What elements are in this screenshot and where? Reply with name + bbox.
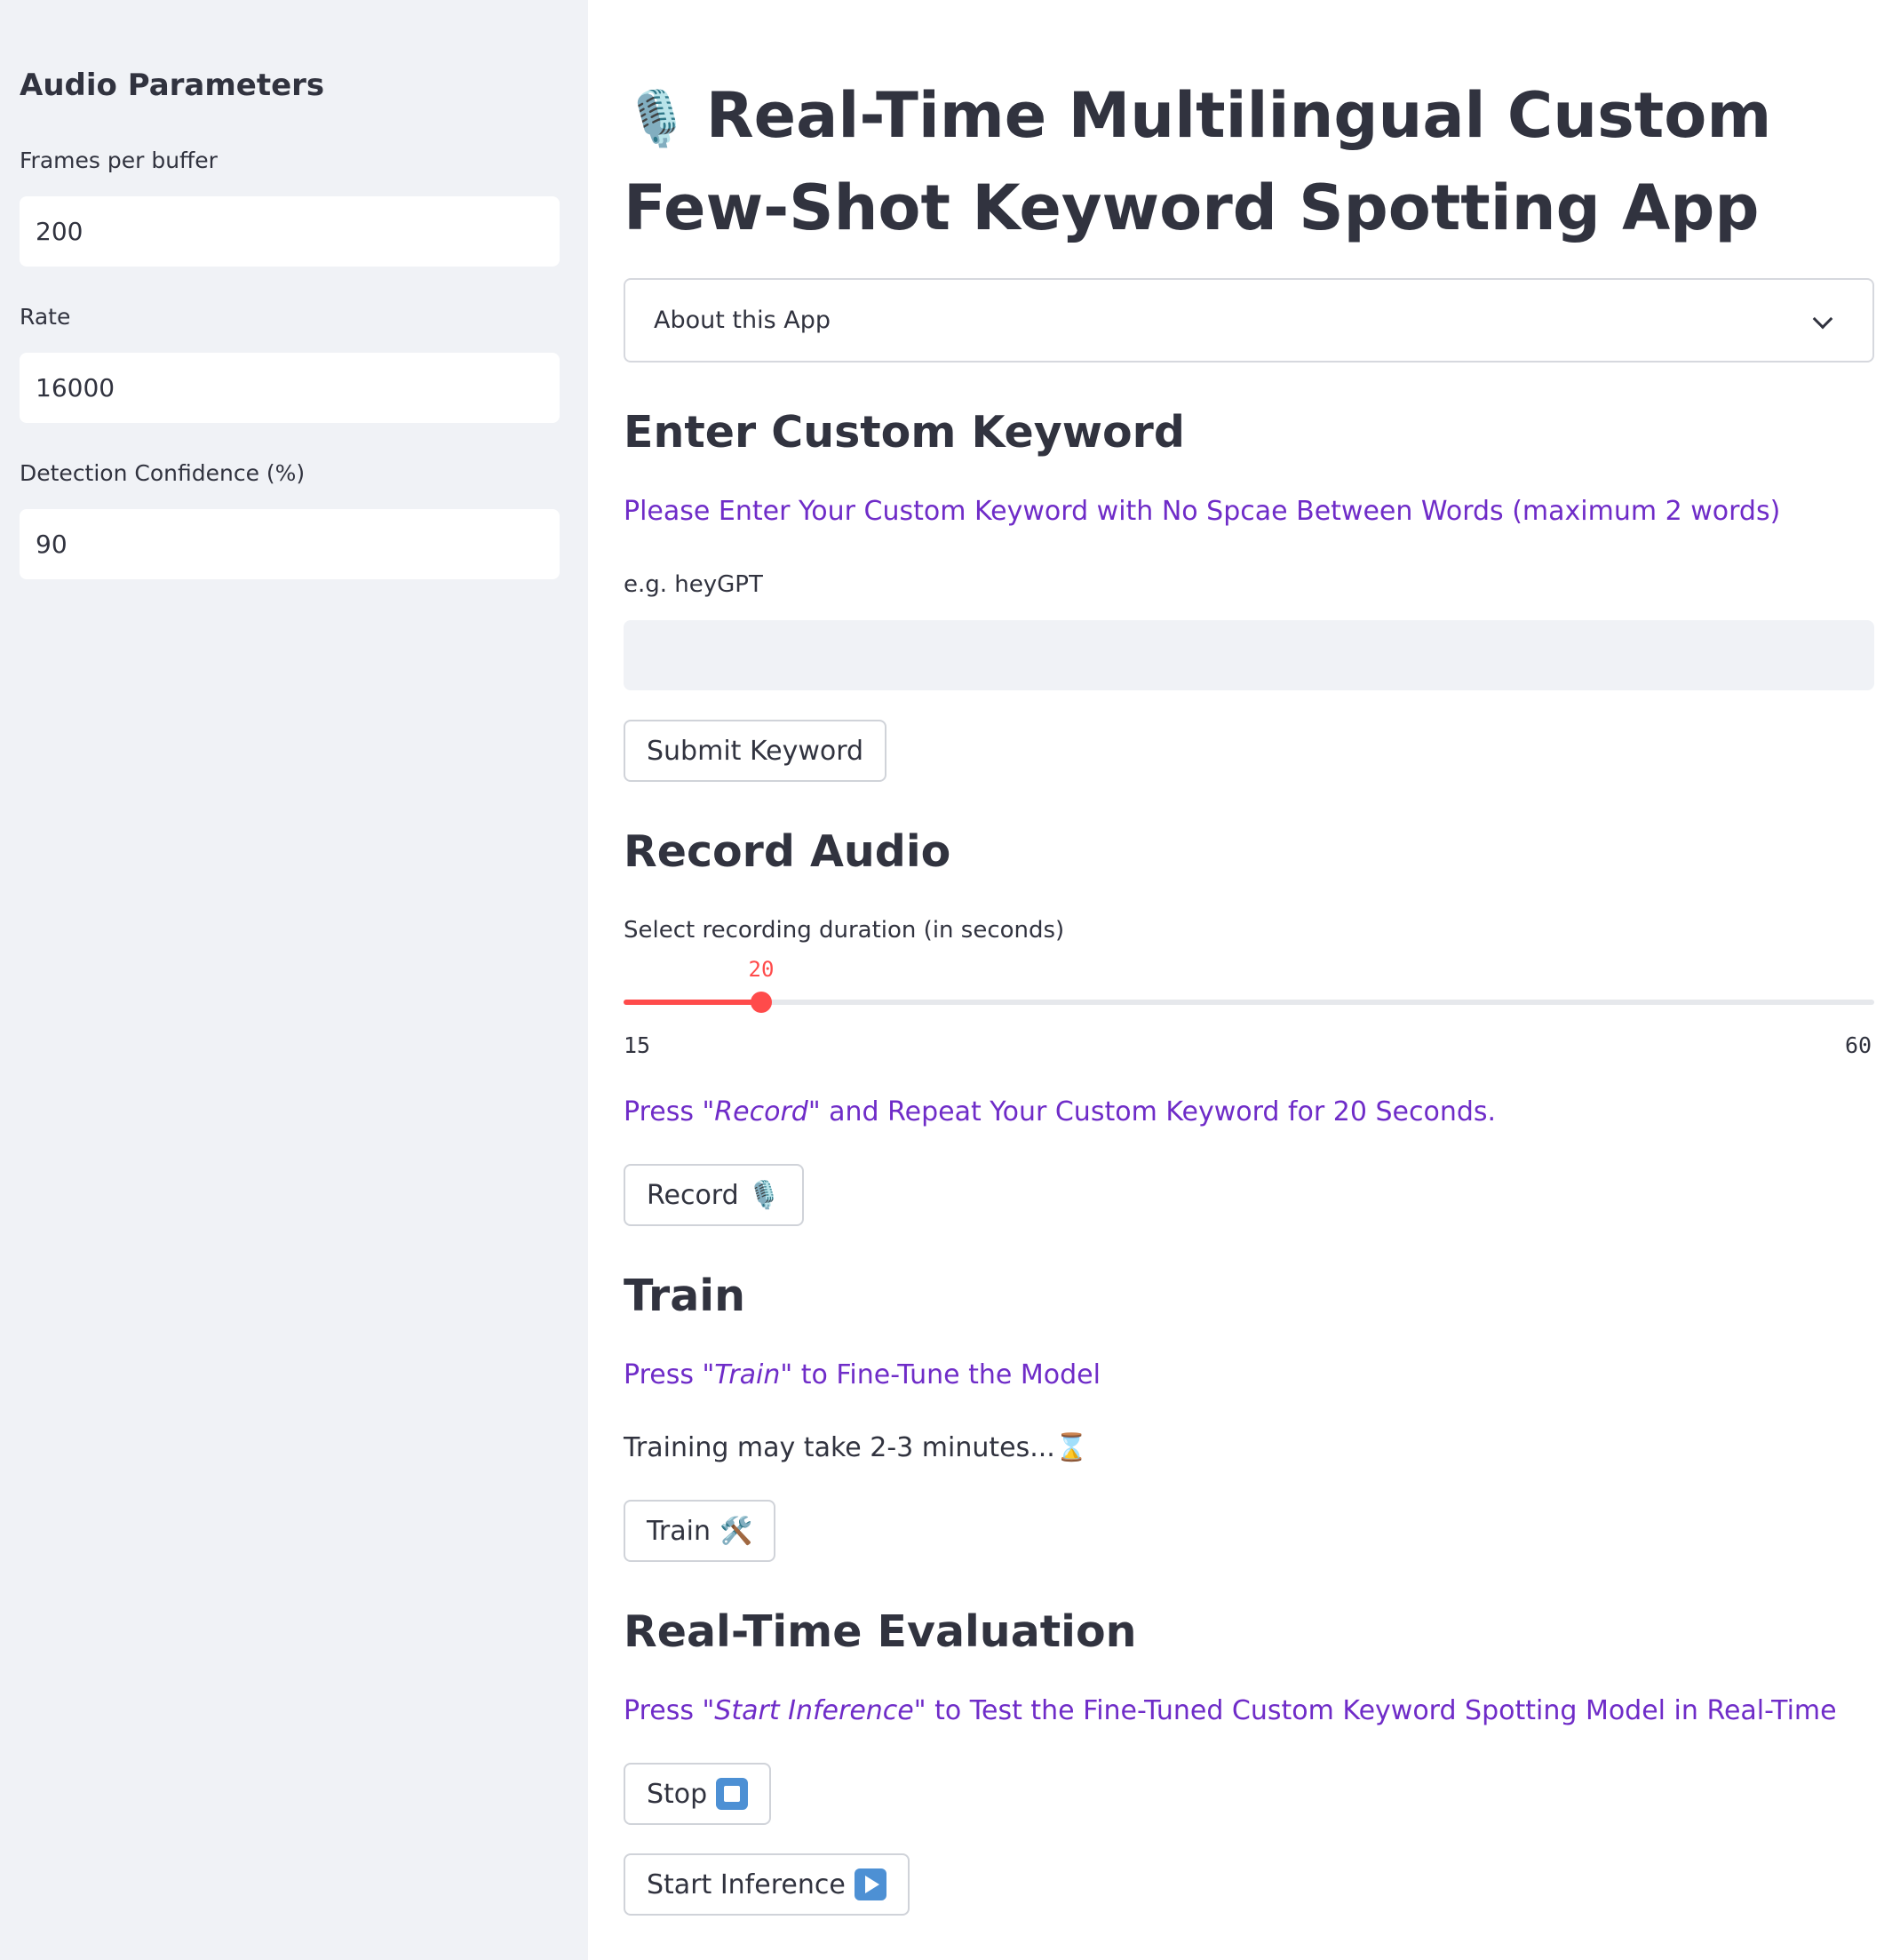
evaluation-heading: Real-Time Evaluation (624, 1606, 1137, 1657)
keyword-input-label: e.g. heyGPT (624, 571, 763, 598)
record-button-label: Record (647, 1179, 739, 1211)
frames-per-buffer-input[interactable]: 200 (20, 196, 560, 267)
duration-slider-fill (624, 1000, 761, 1005)
duration-slider[interactable]: 20 (624, 957, 1874, 1013)
sidebar: Audio Parameters Frames per buffer 200 R… (0, 0, 588, 1960)
page-title-text: Real-Time Multilingual Custom Few-Shot K… (624, 79, 1772, 244)
detection-confidence-label: Detection Confidence (%) (20, 460, 306, 486)
keyword-heading: Enter Custom Keyword (624, 407, 1185, 458)
submit-keyword-button[interactable]: Submit Keyword (624, 720, 887, 782)
start-inference-label: Start Inference (647, 1868, 846, 1900)
about-expander-label: About this App (654, 307, 831, 334)
record-instruction: Press "Record" and Repeat Your Custom Ke… (624, 1096, 1497, 1127)
stop-button[interactable]: Stop (624, 1763, 772, 1825)
hourglass-icon: ⌛ (1054, 1432, 1089, 1463)
stop-button-label: Stop (647, 1778, 708, 1810)
evaluation-instruction: Press "Start Inference" to Test the Fine… (624, 1695, 1837, 1726)
duration-slider-value: 20 (748, 957, 775, 982)
training-note: Training may take 2-3 minutes...⌛ (624, 1432, 1089, 1463)
page-title: 🎙️ Real-Time Multilingual Custom Few-Shot… (624, 71, 1778, 252)
keyword-instruction: Please Enter Your Custom Keyword with No… (624, 496, 1781, 527)
rate-input[interactable]: 16000 (20, 353, 560, 423)
record-button[interactable]: Record 🎙️ (624, 1164, 805, 1226)
train-instruction: Press "Train" to Fine-Tune the Model (624, 1359, 1101, 1390)
chevron-down-icon (1812, 308, 1833, 330)
microphone-icon: 🎙️ (624, 88, 690, 150)
about-expander[interactable]: About this App (624, 278, 1874, 363)
duration-slider-label: Select recording duration (in seconds) (624, 917, 1065, 944)
train-button[interactable]: Train 🛠️ (624, 1500, 776, 1562)
submit-keyword-label: Submit Keyword (647, 735, 864, 767)
hammer-wrench-icon: 🛠️ (719, 1515, 753, 1547)
train-button-label: Train (647, 1515, 711, 1547)
record-heading: Record Audio (624, 826, 951, 877)
duration-slider-thumb[interactable] (751, 992, 772, 1013)
duration-slider-min: 15 (624, 1032, 651, 1058)
app-root: Audio Parameters Frames per buffer 200 R… (0, 0, 1900, 1960)
frames-per-buffer-label: Frames per buffer (20, 147, 218, 173)
main-content: 🎙️ Real-Time Multilingual Custom Few-Shot… (588, 0, 1900, 1960)
duration-slider-max: 60 (1845, 1032, 1872, 1058)
detection-confidence-input[interactable]: 90 (20, 509, 560, 579)
stop-icon (716, 1778, 749, 1810)
start-inference-button[interactable]: Start Inference (624, 1853, 910, 1916)
keyword-input[interactable] (624, 620, 1874, 690)
sidebar-title: Audio Parameters (20, 68, 325, 103)
microphone-icon: 🎙️ (747, 1179, 782, 1211)
play-icon (854, 1868, 886, 1900)
train-heading: Train (624, 1271, 745, 1321)
rate-label: Rate (20, 304, 71, 330)
